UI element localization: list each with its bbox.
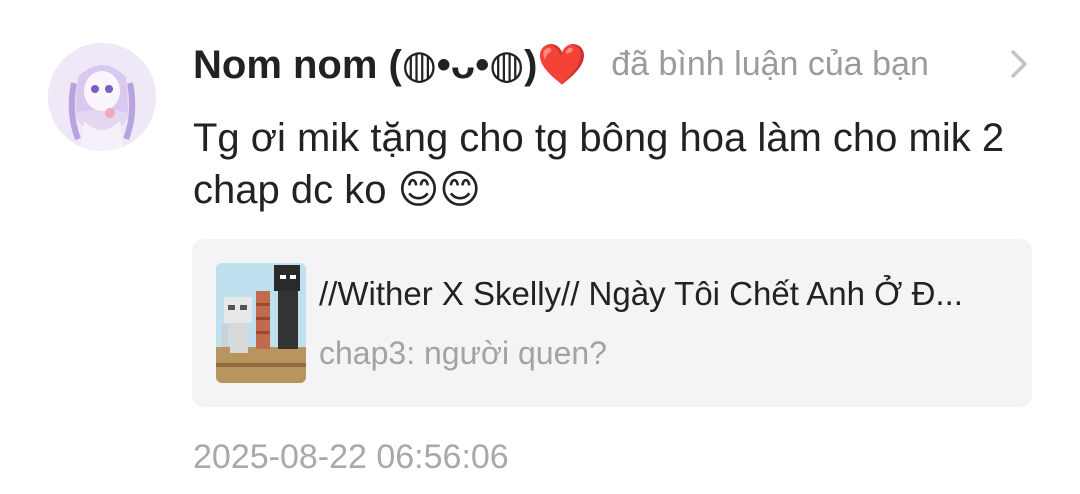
chapter-title: chap3: người quen? <box>319 335 607 371</box>
timestamp: 2025-08-22 06:56:06 <box>193 438 509 476</box>
avatar[interactable] <box>48 43 156 151</box>
chevron-right-icon[interactable] <box>1004 44 1034 84</box>
user-name[interactable]: Nom nom (◍•ᴗ•◍)❤️ <box>193 41 587 88</box>
action-text: đã bình luận của bạn <box>611 44 929 83</box>
notification-header: Nom nom (◍•ᴗ•◍)❤️ đã bình luận của bạn <box>193 36 929 92</box>
story-card[interactable]: //Wither X Skelly// Ngày Tôi Chết Anh Ở … <box>192 239 1032 407</box>
comment-text: Tg ơi mik tặng cho tg bông hoa làm cho m… <box>193 116 1005 212</box>
story-title: //Wither X Skelly// Ngày Tôi Chết Anh Ở … <box>319 275 963 312</box>
avatar-image <box>48 43 156 151</box>
story-thumbnail <box>216 263 306 383</box>
